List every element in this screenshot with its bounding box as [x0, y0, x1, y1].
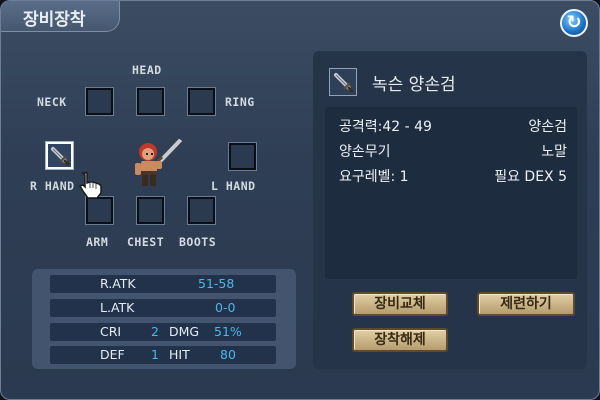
slot-label-ring: RING — [225, 95, 255, 109]
slot-label-head: HEAD — [132, 63, 162, 77]
stat-label-hit: HIT — [169, 347, 190, 362]
r-hand-slot[interactable] — [45, 141, 74, 170]
item-attack: 공격력:42 - 49 — [339, 119, 432, 135]
stat-label-def: DEF — [100, 347, 125, 362]
stat-label-ratk: R.ATK — [100, 276, 136, 291]
boots-slot[interactable] — [187, 196, 216, 225]
stat-label-cri: CRI — [100, 324, 122, 339]
unequip-button[interactable]: 장착해제 — [352, 328, 448, 352]
stat-row-ratk: R.ATK 51-58 — [50, 275, 276, 293]
slot-label-arm: ARM — [86, 235, 109, 249]
stats-panel: R.ATK 51-58 L.ATK 0-0 CRI 2 DMG 51% DEF … — [32, 269, 296, 369]
slot-label-l-hand: L HAND — [211, 179, 256, 193]
stat-value-latk: 0-0 — [215, 300, 236, 315]
swap-equipment-button[interactable]: 장비교체 — [352, 292, 448, 316]
equipment-window: 장비장착 ↻ HEAD NECK RING R HAND L HAND ARM … — [0, 0, 600, 400]
slot-label-boots: BOOTS — [179, 235, 217, 249]
stat-value-ratk: 51-58 — [198, 276, 235, 291]
head-slot[interactable] — [136, 87, 165, 116]
refine-button[interactable]: 제련하기 — [477, 292, 575, 316]
stat-value-dmg: 51% — [214, 324, 242, 339]
refresh-icon: ↻ — [566, 12, 582, 33]
arm-slot[interactable] — [85, 196, 114, 225]
chest-slot[interactable] — [136, 196, 165, 225]
stat-value-hit: 80 — [220, 347, 236, 362]
item-detail-panel: 녹슨 양손검 공격력:42 - 49 양손검 양손무기 노말 요구레벨: 1 필… — [313, 51, 587, 369]
l-hand-slot[interactable] — [228, 142, 257, 171]
stat-value-cri: 2 — [151, 324, 159, 339]
stat-label-dmg: DMG — [169, 324, 200, 339]
window-title-tab: 장비장착 — [1, 1, 120, 32]
item-type: 양손검 — [528, 119, 567, 135]
sword-icon — [334, 73, 354, 93]
hand-cursor-icon — [78, 172, 102, 199]
item-icon-box — [329, 68, 357, 96]
ring-slot[interactable] — [187, 87, 216, 116]
item-name: 녹슨 양손검 — [372, 75, 456, 95]
slot-label-r-hand: R HAND — [30, 179, 75, 193]
rusty-sword-icon — [51, 147, 70, 166]
neck-slot[interactable] — [85, 87, 114, 116]
item-info-box: 공격력:42 - 49 양손검 양손무기 노말 요구레벨: 1 필요 DEX 5 — [325, 107, 577, 279]
item-weapon-class: 양손무기 — [339, 144, 391, 160]
item-required-level: 요구레벨: 1 — [339, 169, 409, 185]
stat-row-latk: L.ATK 0-0 — [50, 299, 276, 317]
refresh-button[interactable]: ↻ — [560, 9, 588, 37]
slot-label-neck: NECK — [37, 95, 67, 109]
stat-value-def: 1 — [151, 347, 159, 362]
stat-row-cri-dmg: CRI 2 DMG 51% — [50, 323, 276, 341]
item-required-dex: 필요 DEX 5 — [494, 169, 567, 185]
window-title: 장비장착 — [23, 10, 86, 30]
stat-label-latk: L.ATK — [100, 300, 135, 315]
item-grade: 노말 — [541, 144, 567, 160]
stat-row-def-hit: DEF 1 HIT 80 — [50, 346, 276, 364]
character-sprite — [135, 137, 184, 186]
slot-label-chest: CHEST — [127, 235, 165, 249]
